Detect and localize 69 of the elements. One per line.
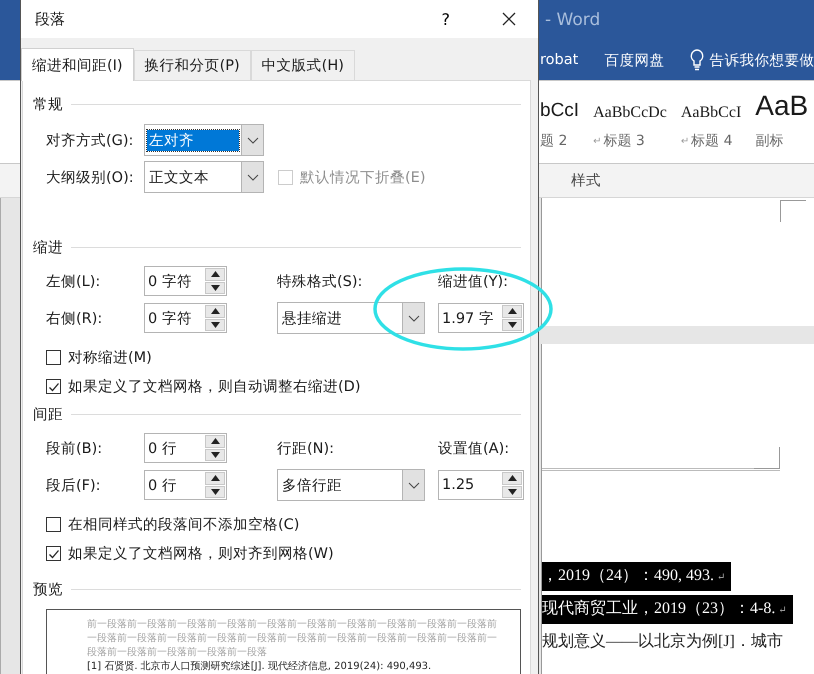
paragraph-mark: ↵ (680, 136, 690, 146)
tell-me-search[interactable]: 告诉我你想要做 (709, 50, 814, 70)
spin-field[interactable]: 0 行 (144, 433, 227, 463)
dropdown-value: 多倍行距 (281, 476, 343, 496)
dropdown-value: 悬挂缩进 (281, 310, 343, 328)
style-preview[interactable]: AaBbCcI (680, 94, 742, 122)
checkbox[interactable] (46, 350, 61, 365)
dropdown-value: 左对齐 (147, 130, 239, 150)
field-label: 缩进值(Y): (438, 272, 510, 290)
field-label: 特殊格式(S): (277, 272, 364, 290)
field-label: 大纲级别(O): (46, 168, 135, 186)
preview-text: [1] 石贤贤. 北京市人口预测研究综述[J]. 现代经济信息, 2019(24): 490,493. (87, 660, 432, 674)
ribbon-tab[interactable]: 百度网盘 (604, 50, 664, 70)
tab[interactable]: 缩进和间距(I) (21, 48, 134, 81)
style-preview[interactable]: AaB (755, 94, 808, 122)
field-label: 设置值(A): (438, 440, 510, 458)
field-label: 行距(N): (277, 440, 336, 458)
window-title: - Word (545, 10, 600, 30)
document-line: 规划意义——以北京为例[J]．城市 (542, 632, 784, 652)
crop-mark-icon (754, 447, 780, 469)
checkbox-label: 默认情况下折叠(E) (300, 168, 426, 186)
paragraph-mark: ↵ (593, 136, 602, 146)
chevron-down-icon[interactable] (402, 470, 424, 500)
section-heading: 预览 (33, 580, 63, 598)
ribbon-tab[interactable]: robat (540, 52, 578, 68)
section-heading: 常规 (33, 96, 63, 114)
checkbox[interactable] (46, 379, 61, 394)
style-name: 副标 (755, 132, 784, 150)
checkbox-label: 对称缩进(M) (68, 349, 152, 367)
checkbox-label: 如果定义了文档网格，则自动调整右缩进(D) (68, 378, 360, 396)
section-heading: 缩进 (33, 238, 63, 256)
preview-text: 一段落前一段落前一段落前一段落前一段落前一段落前一段落前一段落前一段落前一段落前一 (87, 632, 498, 646)
section-heading: 间距 (33, 406, 63, 424)
checkbox-label: 如果定义了文档网格，则对齐到网格(W) (68, 544, 334, 563)
checkbox[interactable] (46, 546, 61, 561)
field-label: 段后(F): (46, 476, 102, 494)
checkbox-label: 在相同样式的段落间不添加空格(C) (68, 516, 300, 534)
field-label: 对齐方式(G): (46, 132, 134, 150)
close-icon[interactable] (502, 12, 516, 26)
spin-field[interactable]: 1.97 字 (438, 303, 524, 333)
style-name: 标题 3 (603, 132, 645, 150)
lightbulb-icon (690, 49, 704, 71)
spin-field[interactable]: 0 字符 (144, 266, 227, 296)
spin-field[interactable]: 0 行 (144, 470, 227, 500)
dropdown[interactable]: 悬挂缩进 (277, 302, 425, 334)
dialog-title: 段落 (35, 10, 66, 28)
style-name: 题 2 (540, 132, 568, 150)
tab[interactable]: 换行和分页(P) (134, 50, 251, 80)
tab[interactable]: 中文版式(H) (250, 50, 355, 80)
field-label: 右侧(R): (46, 310, 104, 328)
field-label: 段前(B): (46, 440, 104, 458)
chevron-down-icon[interactable] (402, 303, 424, 333)
group-label: 样式 (571, 172, 601, 190)
dropdown[interactable]: 左对齐 (144, 124, 264, 156)
dropdown[interactable]: 多倍行距 (277, 469, 425, 501)
dropdown[interactable]: 正文文本 (144, 161, 264, 193)
checkbox[interactable] (46, 517, 61, 532)
style-preview[interactable]: bCcI (540, 94, 580, 122)
spin-field[interactable]: 0 字符 (144, 303, 227, 333)
style-preview[interactable]: AaBbCcDc (593, 94, 667, 122)
style-name: 标题 4 (691, 132, 733, 150)
preview-text: 前一段落前一段落前一段落前一段落前一段落前一段落前一段落前一段落前一段落前一段落前 (87, 618, 498, 632)
chevron-down-icon[interactable] (241, 162, 263, 192)
dropdown-value: 正文文本 (148, 168, 210, 188)
chevron-down-icon[interactable] (241, 125, 263, 155)
spin-field[interactable]: 1.25 (438, 470, 524, 500)
help-button[interactable]: ? (434, 6, 458, 32)
preview-text: 段落前一段落前一段落前一段落前一段落 (87, 646, 268, 660)
field-label: 左侧(L): (46, 272, 102, 290)
